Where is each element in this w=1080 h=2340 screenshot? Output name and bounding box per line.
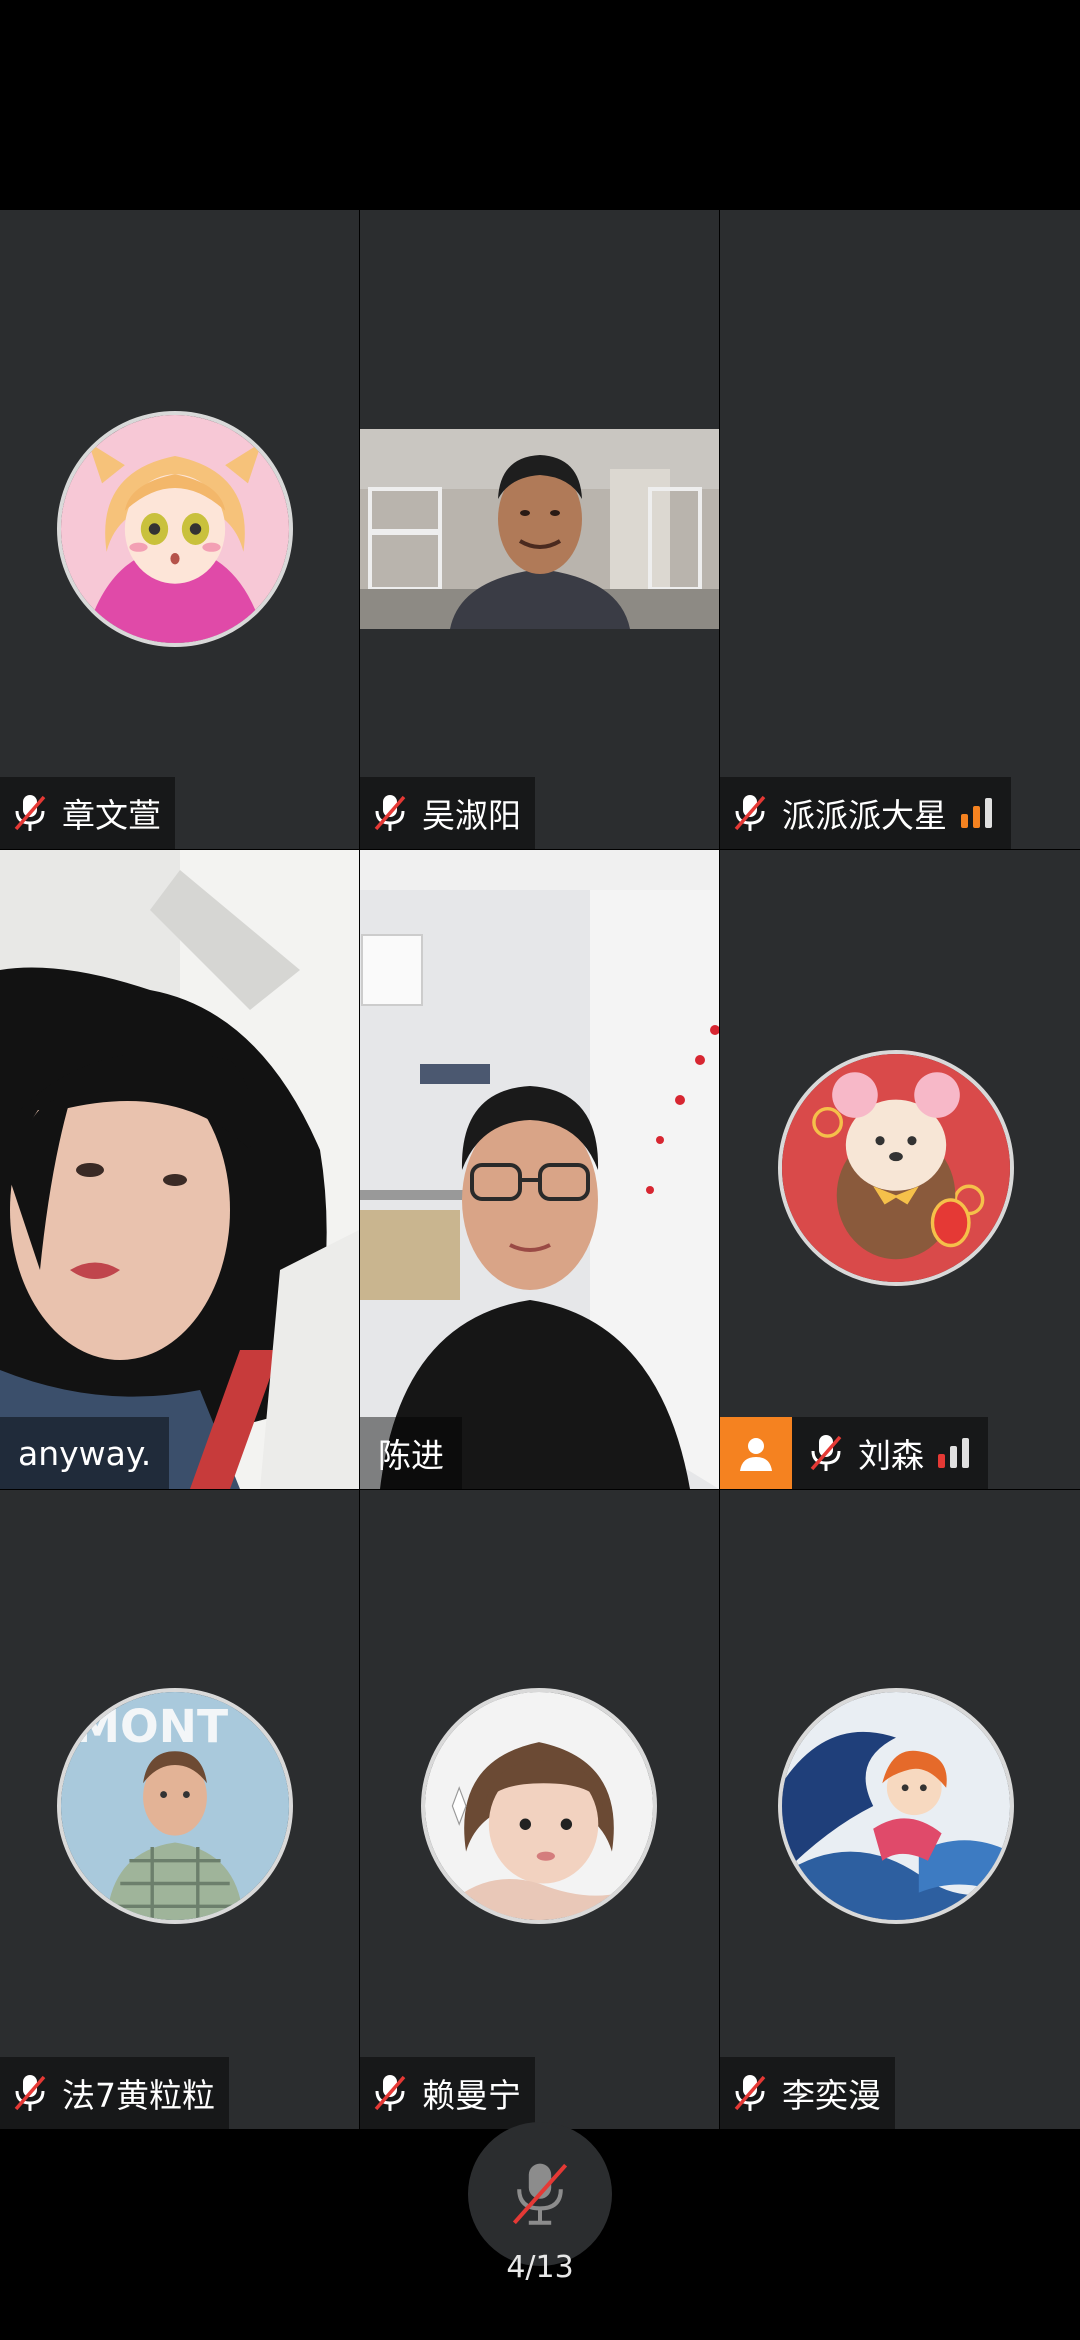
mic-muted-icon: [810, 1435, 842, 1471]
participant-label: 派派派大星: [720, 777, 1011, 849]
participant-name: 章文萱: [62, 796, 161, 835]
anime-fox-girl-avatar: [57, 411, 293, 647]
bear-new-year-avatar: [778, 1050, 1014, 1286]
mic-muted-icon: [374, 795, 406, 831]
participant-label: 赖曼宁: [360, 2057, 535, 2129]
mic-muted-icon: [14, 795, 46, 831]
mic-muted-icon: [734, 2075, 766, 2111]
ponyo-wave-avatar: [778, 1688, 1014, 1924]
participant-name: anyway.: [18, 1433, 152, 1473]
participant-tile[interactable]: anyway.: [0, 850, 359, 1489]
mic-muted-icon: [14, 2075, 46, 2111]
participant-tile[interactable]: 陈进: [360, 850, 719, 1489]
participant-tile[interactable]: MONT 法7黄粒粒: [0, 1490, 359, 2129]
participant-label: 章文萱: [0, 777, 175, 849]
participant-label: 陈进: [360, 1417, 462, 1489]
signal-strength-icon: [938, 1438, 974, 1468]
participant-tile[interactable]: 章文萱: [0, 210, 359, 849]
participant-name: 派派派大星: [782, 796, 947, 835]
participant-label: 刘森: [720, 1417, 988, 1489]
participant-name: 李奕漫: [782, 2076, 881, 2115]
participant-name: 赖曼宁: [422, 2076, 521, 2115]
boy-plaid-shirt-avatar: MONT: [57, 1688, 293, 1924]
video-grid: 章文萱 吴淑阳 派派派大星 anyway. 陈进 刘森 MONT 法7黄粒粒 赖…: [0, 210, 1080, 2129]
page-indicator: 4/13: [506, 2250, 574, 2285]
signal-strength-icon: [961, 798, 997, 828]
mic-muted-icon: [374, 2075, 406, 2111]
mic-toggle-button[interactable]: [468, 2122, 612, 2266]
participant-tile[interactable]: 吴淑阳: [360, 210, 719, 849]
participant-tile[interactable]: 派派派大星: [720, 210, 1080, 849]
participant-label: 李奕漫: [720, 2057, 895, 2129]
participant-tile[interactable]: 赖曼宁: [360, 1490, 719, 2129]
participant-name: 陈进: [378, 1436, 444, 1475]
participant-name: 吴淑阳: [422, 796, 521, 835]
svg-text:MONT: MONT: [75, 1700, 228, 1753]
dorm-room-video: [360, 429, 719, 629]
host-person-icon: [720, 1417, 792, 1489]
participant-name: 刘森: [858, 1436, 924, 1475]
selfie-video: [0, 850, 359, 1489]
participant-tile[interactable]: 李奕漫: [720, 1490, 1080, 2129]
mic-muted-icon: [734, 795, 766, 831]
mic-muted-icon: [512, 2163, 568, 2225]
participant-label: 吴淑阳: [360, 777, 535, 849]
participant-label: 法7黄粒粒: [0, 2057, 229, 2129]
participant-name: 法7黄粒粒: [62, 2076, 215, 2115]
participant-tile[interactable]: 刘森: [720, 850, 1080, 1489]
office-video: [360, 850, 719, 1489]
meeting-screen: 章文萱 吴淑阳 派派派大星 anyway. 陈进 刘森 MONT 法7黄粒粒 赖…: [0, 0, 1080, 2340]
little-girl-avatar: [421, 1688, 657, 1924]
participant-label: anyway.: [0, 1417, 170, 1489]
